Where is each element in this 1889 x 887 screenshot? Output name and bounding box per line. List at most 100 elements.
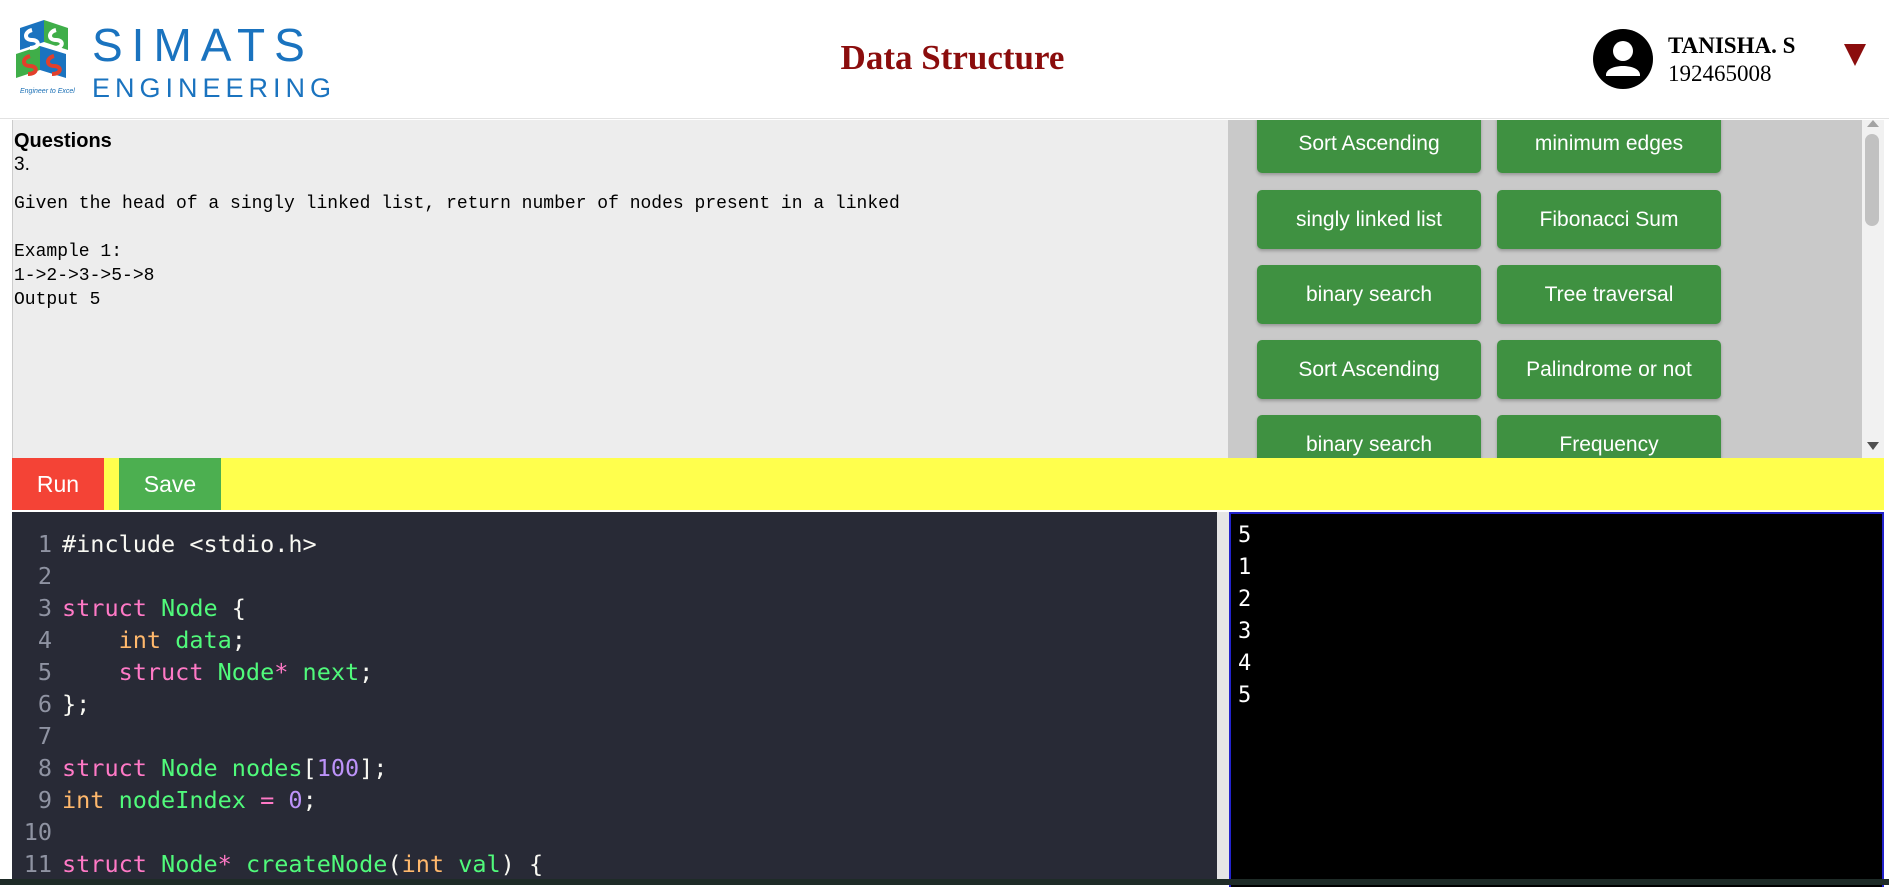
- topic-button[interactable]: binary search: [1257, 415, 1481, 458]
- code-token: *: [274, 658, 289, 686]
- code-token: data: [175, 626, 232, 654]
- code-token: #include <stdio.h>: [62, 530, 317, 558]
- output-line: 5: [1238, 683, 1252, 708]
- code-token: ) {: [500, 850, 544, 878]
- topic-button[interactable]: singly linked list: [1257, 190, 1481, 249]
- save-button[interactable]: Save: [119, 458, 221, 510]
- code-line[interactable]: 10: [12, 816, 62, 848]
- code-line[interactable]: 7: [12, 720, 62, 752]
- scroll-thumb[interactable]: [1865, 134, 1879, 226]
- topic-button[interactable]: Sort Ascending: [1257, 340, 1481, 399]
- line-number: 3: [37, 594, 52, 622]
- line-number: 7: [37, 722, 52, 750]
- question-panel: Questions 3. Given the head of a singly …: [12, 120, 1229, 458]
- code-token: val: [458, 850, 501, 878]
- line-number: 9: [37, 786, 52, 814]
- topic-button[interactable]: binary search: [1257, 265, 1481, 324]
- topic-button[interactable]: Sort Ascending: [1257, 120, 1481, 173]
- code-token: ;: [231, 626, 246, 654]
- topic-button[interactable]: Frequency: [1497, 415, 1721, 458]
- line-number: 6: [37, 690, 52, 718]
- code-line[interactable]: 2: [12, 560, 62, 592]
- code-token: next: [302, 658, 360, 686]
- code-line[interactable]: 9 int nodeIndex = 0;: [12, 784, 317, 816]
- line-number: 4: [37, 626, 52, 654]
- topic-button[interactable]: minimum edges: [1497, 120, 1721, 173]
- scroll-up-icon[interactable]: [1867, 120, 1879, 127]
- code-token: *: [217, 850, 232, 878]
- code-line[interactable]: 8 struct Node nodes[100];: [12, 752, 388, 784]
- output-console: 5 1 2 3 4 5: [1229, 512, 1884, 887]
- logo-tagline: Engineer to Excel: [20, 88, 75, 95]
- code-line[interactable]: 1 #include <stdio.h>: [12, 528, 317, 560]
- question-number: 3.: [14, 154, 30, 175]
- topic-button[interactable]: Palindrome or not: [1497, 340, 1721, 399]
- topic-button[interactable]: Tree traversal: [1497, 265, 1721, 324]
- code-line[interactable]: 3 struct Node {: [12, 592, 246, 624]
- line-number: 8: [37, 754, 52, 782]
- scroll-down-icon[interactable]: [1867, 442, 1879, 450]
- code-token: Node: [161, 754, 218, 782]
- user-name: TANISHA. S: [1668, 33, 1796, 58]
- code-line[interactable]: 5 struct Node* next;: [12, 656, 373, 688]
- topic-list: Sort Ascending minimum edges singly link…: [1228, 120, 1862, 458]
- user-avatar-icon[interactable]: [1593, 29, 1653, 89]
- output-line: 2: [1238, 587, 1252, 612]
- code-token: ;: [359, 658, 374, 686]
- code-token: struct: [62, 754, 147, 782]
- output-line: 4: [1238, 651, 1252, 676]
- code-token: createNode: [245, 850, 388, 878]
- code-token: nodeIndex: [118, 786, 246, 814]
- person-icon: [1606, 41, 1640, 76]
- output-line: 5: [1238, 523, 1252, 548]
- code-line[interactable]: 4 int data;: [12, 624, 246, 656]
- code-line[interactable]: 11 struct Node* createNode(int val) {: [12, 848, 543, 880]
- code-token: 100: [316, 754, 360, 782]
- code-token: Node: [161, 594, 218, 622]
- code-token: nodes: [231, 754, 303, 782]
- code-line[interactable]: 6};: [12, 688, 90, 720]
- output-line: 1: [1238, 555, 1252, 580]
- user-id: 192465008: [1668, 61, 1772, 86]
- code-token: int: [118, 626, 162, 654]
- action-bar: Run Save: [12, 458, 1884, 510]
- code-token: =: [260, 786, 275, 814]
- code-token: struct: [62, 850, 147, 878]
- app-header: Engineer to Excel SIMATS ENGINEERING Dat…: [0, 0, 1889, 119]
- code-token: {: [217, 594, 246, 622]
- code-token: 0: [288, 786, 303, 814]
- code-token: struct: [62, 594, 147, 622]
- line-number: 11: [23, 850, 52, 878]
- topic-scrollbar[interactable]: [1862, 120, 1884, 458]
- code-token: Node: [217, 658, 275, 686]
- topic-button[interactable]: Fibonacci Sum: [1497, 190, 1721, 249]
- line-number: 2: [37, 562, 52, 590]
- code-token: [: [302, 754, 317, 782]
- code-token: ;: [302, 786, 317, 814]
- triangle-down-icon[interactable]: [1844, 44, 1866, 66]
- pane-splitter[interactable]: [1217, 512, 1229, 885]
- code-token: Node: [161, 850, 218, 878]
- code-editor[interactable]: 1 #include <stdio.h> 2 3 struct Node {4 int …: [12, 512, 1217, 885]
- code-token: int: [401, 850, 445, 878]
- run-button[interactable]: Run: [12, 458, 104, 510]
- code-token: (: [387, 850, 402, 878]
- logo-name-bottom: ENGINEERING: [92, 73, 337, 103]
- code-token: };: [62, 690, 91, 718]
- code-token: struct: [118, 658, 204, 686]
- window-bottom-strip: [0, 879, 1889, 885]
